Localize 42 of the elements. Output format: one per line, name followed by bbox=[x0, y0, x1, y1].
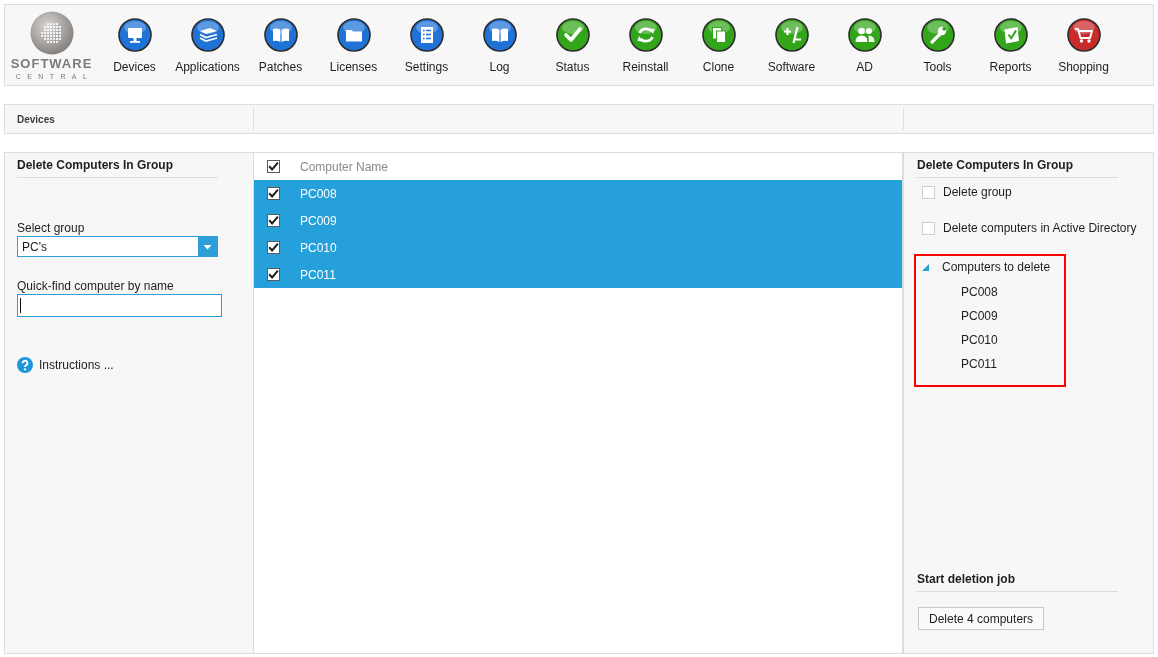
toolbar-button[interactable]: Software bbox=[755, 5, 828, 85]
checkbox[interactable] bbox=[267, 160, 280, 173]
group-dropdown[interactable]: PC's bbox=[17, 236, 218, 257]
toolbar-button[interactable]: Shopping bbox=[1047, 5, 1120, 85]
expand-triangle-icon[interactable] bbox=[922, 263, 929, 271]
checkbox[interactable] bbox=[267, 187, 280, 200]
toolbar-button[interactable]: Log bbox=[463, 5, 536, 85]
toolbar-button[interactable]: Reinstall bbox=[609, 5, 682, 85]
column-header[interactable]: Computer Name bbox=[300, 159, 389, 174]
logo-title: SOFTWARE bbox=[10, 58, 93, 70]
section-title: Delete Computers In Group bbox=[917, 156, 1118, 178]
checkbox[interactable] bbox=[267, 214, 280, 227]
tree-node[interactable]: PC008 bbox=[961, 285, 998, 299]
checkbox-label[interactable]: Delete computers in Active Directory bbox=[943, 220, 1137, 236]
toolbar-button[interactable]: Tools bbox=[901, 5, 974, 85]
toolbar-button[interactable]: AD bbox=[828, 5, 901, 85]
toolbar-button[interactable]: Settings bbox=[390, 5, 463, 85]
breadcrumb-label: Devices bbox=[17, 113, 55, 125]
toolbar-button[interactable]: Status bbox=[536, 5, 609, 85]
toolbar-button[interactable]: Applications bbox=[171, 5, 244, 85]
input-field[interactable] bbox=[17, 294, 222, 317]
delete-button[interactable]: Delete 4 computers bbox=[918, 607, 1045, 630]
tree-node[interactable]: Computers to delete bbox=[942, 259, 1051, 275]
field-label: Select group bbox=[17, 220, 85, 236]
toolbar-button[interactable]: Licenses bbox=[317, 5, 390, 85]
help-icon[interactable] bbox=[17, 357, 33, 373]
section-title: Start deletion job bbox=[917, 570, 1118, 592]
tree-node[interactable]: PC009 bbox=[961, 309, 998, 323]
field-label: Quick-find computer by name bbox=[17, 278, 174, 294]
toolbar-button[interactable]: Patches bbox=[244, 5, 317, 85]
checkbox-label[interactable]: Delete group bbox=[943, 184, 1012, 200]
toolbar-button[interactable]: Clone bbox=[682, 5, 755, 85]
tree-node[interactable]: PC010 bbox=[961, 333, 998, 347]
instructions-link[interactable]: Instructions ... bbox=[39, 358, 114, 372]
logo-icon bbox=[29, 11, 74, 55]
checkbox[interactable] bbox=[267, 241, 280, 254]
tree-node[interactable]: PC011 bbox=[961, 357, 997, 371]
checkbox[interactable] bbox=[267, 268, 280, 281]
toolbar-button[interactable]: Reports bbox=[974, 5, 1047, 85]
section-title: Delete Computers In Group bbox=[17, 156, 218, 178]
toolbar-button[interactable]: Devices bbox=[98, 5, 171, 85]
dropdown-caret-icon[interactable] bbox=[198, 237, 217, 256]
